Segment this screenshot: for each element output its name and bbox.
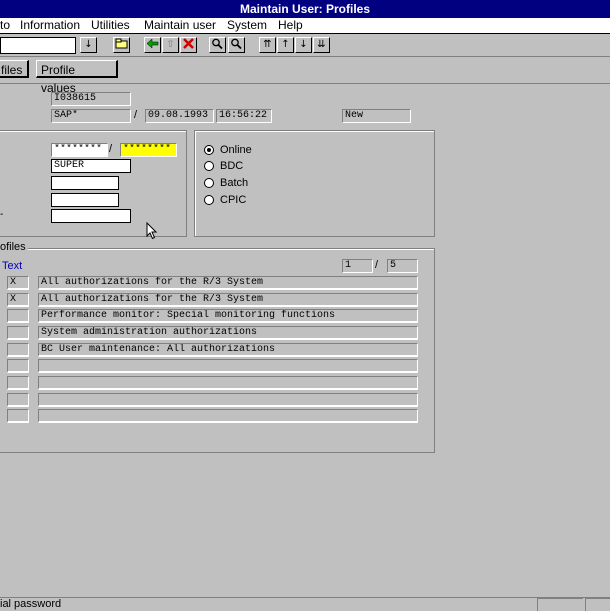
row-mark[interactable] bbox=[7, 309, 29, 323]
radio-empty-icon bbox=[204, 178, 214, 189]
logon-input-3[interactable] bbox=[51, 209, 131, 223]
password-repeat-field[interactable]: ******** bbox=[120, 143, 177, 157]
field-label-marker: - bbox=[0, 209, 4, 220]
row-text bbox=[38, 376, 418, 390]
text-column-header: Text bbox=[2, 260, 23, 272]
row-text bbox=[38, 359, 418, 373]
exit-icon[interactable]: ⇧ bbox=[162, 37, 179, 53]
menu-system[interactable]: System bbox=[227, 18, 267, 33]
radio-batch[interactable]: Batch bbox=[204, 176, 248, 190]
radio-cpic[interactable]: CPIC bbox=[204, 193, 246, 207]
row-mark[interactable]: X bbox=[7, 276, 29, 290]
radio-selected-icon bbox=[204, 145, 214, 156]
menu-help[interactable]: Help bbox=[278, 18, 303, 33]
dropdown-icon[interactable]: ↓ bbox=[80, 37, 97, 53]
row-text: Performance monitor: Special monitoring … bbox=[38, 309, 418, 323]
row-mark[interactable]: X bbox=[7, 293, 29, 307]
logon-input-1[interactable] bbox=[51, 176, 119, 190]
row-mark[interactable] bbox=[7, 326, 29, 340]
password-separator: / bbox=[109, 143, 113, 155]
menu-bar: to Information Utilities Maintain user S… bbox=[0, 18, 610, 34]
back-icon[interactable] bbox=[144, 37, 161, 53]
radio-bdc[interactable]: BDC bbox=[204, 159, 243, 173]
row-mark[interactable] bbox=[7, 393, 29, 407]
window-title: Maintain User: Profiles bbox=[0, 0, 610, 18]
created-by-field: SAP* bbox=[51, 109, 131, 123]
menu-maintain-user[interactable]: Maintain user bbox=[144, 18, 216, 33]
row-text bbox=[38, 393, 418, 407]
profiles-group-label: ofiles bbox=[0, 241, 28, 253]
standard-toolbar: ↓ ⇧ ⇈ ↑ ↓ ⇊ bbox=[0, 34, 610, 57]
radio-empty-icon bbox=[204, 195, 214, 206]
cancel-icon[interactable] bbox=[180, 37, 197, 53]
row-text bbox=[38, 409, 418, 423]
row-text: BC User maintenance: All authorizations bbox=[38, 343, 418, 357]
date-field: 09.08.1993 bbox=[145, 109, 214, 123]
folder-icon[interactable] bbox=[113, 37, 130, 53]
time-field: 16:56:22 bbox=[216, 109, 272, 123]
command-field[interactable] bbox=[0, 37, 76, 54]
password-field[interactable]: ******** bbox=[51, 143, 108, 157]
status-field: New bbox=[342, 109, 411, 123]
page-total-field: 5 bbox=[387, 259, 418, 273]
status-box-1 bbox=[537, 598, 583, 611]
row-text: System administration authorizations bbox=[38, 326, 418, 340]
find-next-icon[interactable] bbox=[228, 37, 245, 53]
row-text: All authorizations for the R/3 System bbox=[38, 293, 418, 307]
page-separator: / bbox=[375, 259, 379, 271]
next-page-icon[interactable]: ↓ bbox=[295, 37, 312, 53]
first-page-icon[interactable]: ⇈ bbox=[259, 37, 276, 53]
status-box-2 bbox=[585, 598, 610, 611]
radio-online[interactable]: Online bbox=[204, 143, 252, 157]
menu-utilities[interactable]: Utilities bbox=[91, 18, 130, 33]
row-mark[interactable] bbox=[7, 359, 29, 373]
status-message: ial password bbox=[0, 598, 62, 610]
profile-values-button[interactable]: Profile values bbox=[36, 60, 118, 95]
row-mark[interactable] bbox=[7, 409, 29, 423]
profiles-button[interactable]: files bbox=[0, 60, 29, 78]
find-icon[interactable] bbox=[209, 37, 226, 53]
page-current-field: 1 bbox=[342, 259, 373, 273]
mouse-cursor-icon bbox=[146, 222, 158, 240]
row-text: All authorizations for the R/3 System bbox=[38, 276, 418, 290]
last-page-icon[interactable]: ⇊ bbox=[313, 37, 330, 53]
application-toolbar: files Profile values bbox=[0, 57, 610, 95]
menu-information[interactable]: Information bbox=[20, 18, 80, 33]
row-mark[interactable] bbox=[7, 376, 29, 390]
profile-field[interactable]: SUPER bbox=[51, 159, 131, 173]
status-bar: ial password bbox=[0, 597, 610, 611]
user-field: I038615 bbox=[51, 92, 131, 106]
radio-empty-icon bbox=[204, 161, 214, 172]
row-mark[interactable] bbox=[7, 343, 29, 357]
separator-slash: / bbox=[134, 109, 138, 121]
logon-input-2[interactable] bbox=[51, 193, 119, 207]
menu-goto[interactable]: to bbox=[0, 18, 10, 33]
prev-page-icon[interactable]: ↑ bbox=[277, 37, 294, 53]
